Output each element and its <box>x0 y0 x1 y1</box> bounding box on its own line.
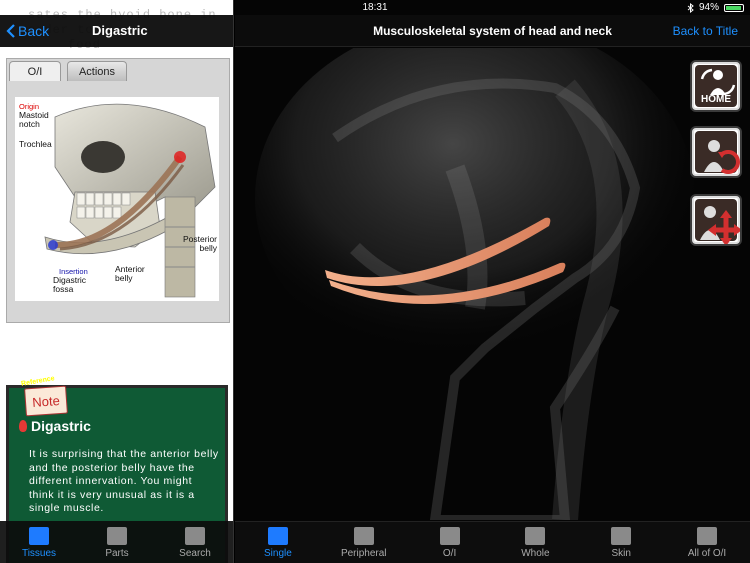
left-panel: sates the hyoid bone in order to food Ba… <box>0 0 234 563</box>
battery-fill <box>726 5 742 10</box>
tab-search[interactable]: Search <box>160 521 230 563</box>
xray-image <box>235 18 750 525</box>
tab-oi[interactable]: O/I <box>9 61 61 81</box>
right-panel: Musculoskeletal system of head and neck … <box>235 0 750 563</box>
peripheral-icon <box>353 527 374 545</box>
back-to-title-button[interactable]: Back to Title <box>673 24 738 38</box>
label-digastric-fossa: Digastric fossa <box>53 275 87 294</box>
rotate-icon <box>704 140 740 174</box>
tab-whole[interactable]: Whole <box>495 522 575 563</box>
status-right: 94% <box>687 2 744 13</box>
back-button[interactable]: Back <box>6 23 49 39</box>
tab-peripheral[interactable]: Peripheral <box>324 522 404 563</box>
left-tabbar: Tissues Parts Search <box>0 521 233 563</box>
tab-all-of-oi-label: All of O/I <box>687 548 727 559</box>
tab-skin-label: Skin <box>611 548 631 559</box>
battery-icon <box>724 3 744 12</box>
back-label: Back <box>18 23 50 39</box>
home-button[interactable]: HOME <box>690 60 742 112</box>
label-anterior-belly: Anterior belly <box>115 264 145 283</box>
note-heading-text: Digastric <box>31 418 91 434</box>
tab-single[interactable]: Single <box>238 522 318 563</box>
page-title: Digastric <box>92 23 148 38</box>
label-trochlea: Trochlea <box>19 139 52 149</box>
tab-tissues[interactable]: Tissues <box>4 521 74 563</box>
origin-insertion-card: O/I Actions Origin Mastoid notch Trochle… <box>6 58 230 323</box>
xray-viewer[interactable]: HOME <box>235 18 750 525</box>
tab-search-label: Search <box>179 548 211 559</box>
bluetooth-icon <box>687 2 694 13</box>
skull-illustration: Origin Mastoid notch Trochlea Posterior … <box>15 97 219 301</box>
tab-oi-view[interactable]: O/I <box>410 522 490 563</box>
note-badge-label: Note <box>31 392 61 410</box>
note-paper: Note <box>24 385 68 417</box>
oi-icon <box>439 527 460 545</box>
app-screen: sates the hyoid bone in order to food Ba… <box>0 0 750 563</box>
battery-percent: 94% <box>698 2 719 13</box>
home-button-face: HOME <box>695 65 737 107</box>
tab-actions[interactable]: Actions <box>67 61 127 81</box>
status-bar: iPad 18:31 94% <box>0 0 750 15</box>
tab-parts[interactable]: Parts <box>82 521 152 563</box>
chevron-left-icon <box>6 24 15 38</box>
rotate-view-button[interactable] <box>690 126 742 178</box>
tab-skin[interactable]: Skin <box>581 522 661 563</box>
rotate-button-face <box>695 131 740 174</box>
tab-parts-label: Parts <box>105 548 129 559</box>
all-of-oi-icon <box>697 527 718 545</box>
skin-icon <box>611 527 632 545</box>
rotate-person-icon <box>700 68 736 96</box>
tab-all-of-oi[interactable]: All of O/I <box>667 522 747 563</box>
home-label: HOME <box>701 94 731 105</box>
move-icon <box>700 206 740 244</box>
left-navbar: Back Digastric <box>0 15 233 47</box>
tab-single-label: Single <box>264 548 292 559</box>
single-icon <box>267 527 288 545</box>
search-icon <box>185 527 205 545</box>
tab-oi-view-label: O/I <box>442 548 457 559</box>
parts-icon <box>107 527 127 545</box>
tab-whole-label: Whole <box>521 548 550 559</box>
note-heading: Digastric <box>19 418 91 434</box>
status-time: 18:31 <box>362 2 388 13</box>
label-posterior-belly: Posterior belly <box>182 234 217 253</box>
right-tabbar: Single Peripheral O/I Whole Skin All of … <box>235 521 750 563</box>
whole-icon <box>525 527 546 545</box>
move-view-button[interactable] <box>690 194 742 246</box>
move-button-face <box>695 199 740 244</box>
label-mastoid-notch: Mastoid notch <box>19 110 49 129</box>
pin-icon <box>19 420 27 432</box>
right-navbar: Musculoskeletal system of head and neck … <box>235 15 750 47</box>
note-badge: Reference Note <box>21 375 69 417</box>
note-body: It is surprising that the anterior belly… <box>29 448 219 514</box>
tissues-icon <box>29 527 49 545</box>
tab-tissues-label: Tissues <box>21 548 57 559</box>
tab-peripheral-label: Peripheral <box>340 548 387 559</box>
